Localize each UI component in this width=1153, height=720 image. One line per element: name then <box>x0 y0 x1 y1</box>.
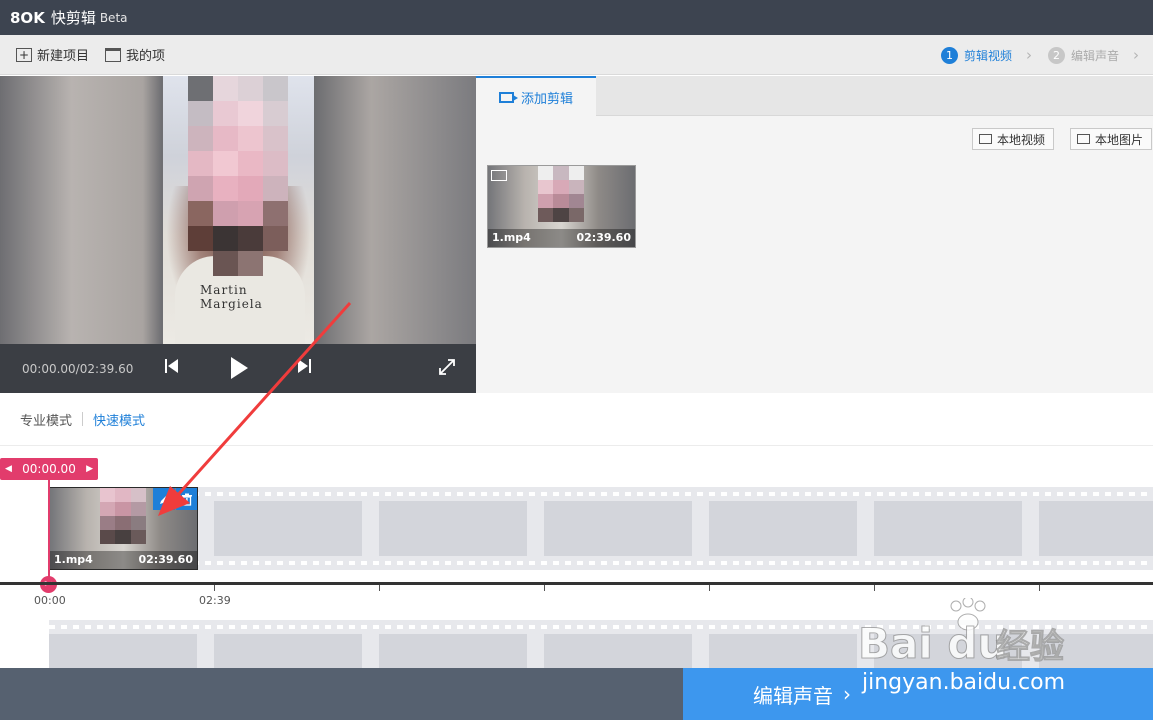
empty-frame <box>49 634 197 668</box>
video-preview: Martin Margiela 00:00.00/02:39.60 <box>0 76 476 393</box>
ruler-tick <box>709 585 710 591</box>
empty-frame <box>544 634 692 668</box>
app-logo: 8OK <box>10 8 45 27</box>
local-video-button[interactable]: 本地视频 <box>972 128 1055 150</box>
time-ruler <box>0 582 1153 585</box>
step-edit-audio[interactable]: 2 编辑声音 › <box>1047 46 1139 64</box>
ruler-tick <box>1039 585 1040 591</box>
ruler-label: 00:00 <box>34 594 66 607</box>
video-camera-icon <box>498 91 518 103</box>
video-camera-icon <box>491 170 507 181</box>
film-perforation <box>49 561 1153 565</box>
new-project-label: 新建项目 <box>37 49 90 64</box>
title-bar: 8OK 快剪辑 Beta <box>0 0 1153 35</box>
film-perforation <box>49 625 1153 629</box>
chevron-right-icon: › <box>1025 46 1032 64</box>
edit-audio-label: 编辑声音 <box>753 683 833 708</box>
app-title: 快剪辑 <box>50 9 96 27</box>
delete-clip-button[interactable] <box>176 488 197 510</box>
skip-previous-icon[interactable] <box>164 357 180 380</box>
step-number: 1 <box>940 46 958 64</box>
skip-next-icon[interactable] <box>296 357 312 380</box>
player-controls: 00:00.00/02:39.60 <box>0 344 476 393</box>
empty-frame <box>379 634 527 668</box>
film-perforation <box>49 492 1153 496</box>
new-project-button[interactable]: + 新建项目 <box>0 35 89 75</box>
app-window: 8OK 快剪辑 Beta + 新建项目 我的项 1 剪辑视频 › 2 编辑声音 … <box>0 0 1153 720</box>
ruler-label: 02:39 <box>199 594 231 607</box>
video-track[interactable] <box>49 487 1153 570</box>
clip-duration: 02:39.60 <box>576 231 631 244</box>
empty-frame <box>379 501 527 556</box>
folder-icon <box>105 47 122 62</box>
bottom-bar: 编辑声音 › <box>0 668 1153 720</box>
local-image-button[interactable]: 本地图片 <box>1070 128 1153 150</box>
empty-frame <box>214 634 362 668</box>
my-projects-button[interactable]: 我的项 <box>89 35 165 75</box>
ruler-tick <box>874 585 875 591</box>
playhead-time: 00:00.00 <box>22 462 76 476</box>
edit-audio-button[interactable]: 编辑声音 › <box>683 668 1153 720</box>
empty-frame <box>874 501 1022 556</box>
play-icon[interactable] <box>229 356 249 385</box>
ruler-tick <box>544 585 545 591</box>
tab-add-clip-label: 添加剪辑 <box>520 91 573 107</box>
audio-track[interactable] <box>49 620 1153 668</box>
empty-frame <box>214 501 362 556</box>
playhead-line <box>48 480 50 580</box>
caret-left-icon[interactable]: ◀ <box>5 464 12 474</box>
beta-label: Beta <box>99 10 128 25</box>
step-label: 编辑声音 <box>1070 48 1119 63</box>
tab-add-clip[interactable]: 添加剪辑 <box>476 76 596 116</box>
empty-frame <box>1039 501 1153 556</box>
face-mosaic <box>100 488 146 544</box>
clip-filename: 1.mp4 <box>492 231 531 244</box>
chevron-right-icon: › <box>843 682 851 706</box>
media-panel: 添加剪辑 本地视频 本地图片 1.mp4 02:39.60 <box>476 76 1153 393</box>
step-edit-video[interactable]: 1 剪辑视频 › <box>940 46 1032 64</box>
toolbar: + 新建项目 我的项 1 剪辑视频 › 2 编辑声音 › <box>0 35 1153 75</box>
empty-frame <box>874 634 1022 668</box>
step-indicator: 1 剪辑视频 › 2 编辑声音 › <box>933 35 1139 75</box>
mode-pro[interactable]: 专业模式 <box>20 410 72 429</box>
local-image-label: 本地图片 <box>1095 132 1144 147</box>
caret-right-icon[interactable]: ▶ <box>86 464 93 474</box>
divider <box>82 412 84 426</box>
empty-frame <box>1039 634 1153 668</box>
face-mosaic <box>188 76 288 301</box>
playhead-time-tag[interactable]: ◀ 00:00.00 ▶ <box>0 458 98 480</box>
playback-time: 00:00.00/02:39.60 <box>22 361 134 376</box>
media-clip-thumbnail[interactable]: 1.mp4 02:39.60 <box>487 165 636 248</box>
timeline-clip[interactable]: 1.mp4 02:39.60 <box>49 487 198 570</box>
chevron-right-icon: › <box>1133 46 1139 64</box>
empty-frame <box>709 634 857 668</box>
step-label: 剪辑视频 <box>963 48 1012 63</box>
video-file-icon <box>979 134 992 144</box>
image-file-icon <box>1077 134 1090 144</box>
empty-frame <box>544 501 692 556</box>
empty-frame <box>709 501 857 556</box>
ruler-tick <box>379 585 380 591</box>
step-number: 2 <box>1047 46 1065 64</box>
local-video-label: 本地视频 <box>997 132 1046 147</box>
edit-clip-button[interactable] <box>153 488 175 510</box>
media-tab-bar: 添加剪辑 <box>476 76 1153 116</box>
my-projects-label: 我的项 <box>126 49 166 64</box>
clip-duration: 02:39.60 <box>138 553 193 566</box>
mode-switcher: 专业模式 快速模式 <box>0 393 1153 446</box>
face-mosaic <box>538 166 584 222</box>
plus-box-icon: + <box>16 47 32 62</box>
mode-quick[interactable]: 快速模式 <box>93 410 145 429</box>
clip-filename: 1.mp4 <box>54 553 93 566</box>
timeline: 1.mp4 02:39.60 ◀ 00:00.00 ▶ ✂ 00:00 02:3… <box>0 446 1153 668</box>
fullscreen-icon[interactable] <box>438 358 456 381</box>
ruler-tick <box>214 585 215 591</box>
